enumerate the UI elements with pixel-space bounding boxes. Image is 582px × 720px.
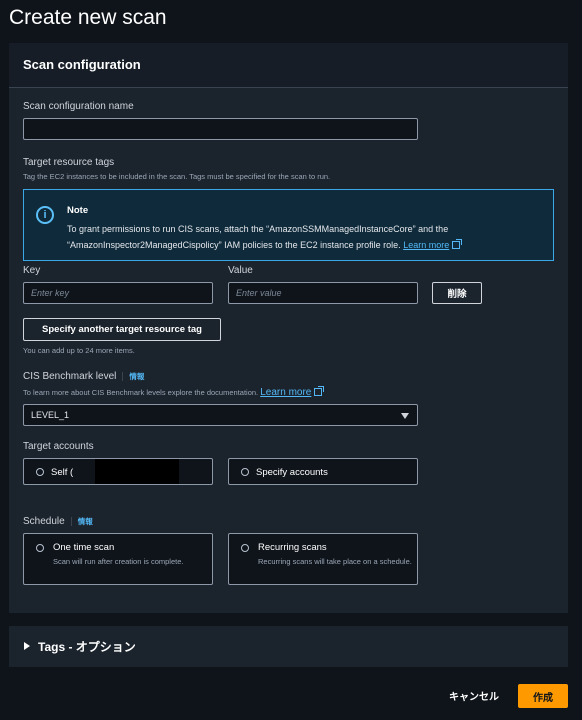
benchmark-level-select[interactable]: LEVEL_1	[23, 404, 418, 426]
specify-accounts-option[interactable]: Specify accounts	[228, 458, 418, 485]
benchmark-learn-more-link[interactable]: Learn more	[260, 387, 311, 398]
benchmark-label-row: CIS Benchmark level 情報	[23, 371, 145, 382]
schedule-label-row: Schedule 情報	[23, 516, 93, 527]
one-time-description: Scan will run after creation is complete…	[53, 557, 184, 566]
self-label: Self (	[51, 467, 74, 478]
info-circle-icon: i	[36, 206, 54, 224]
cancel-button[interactable]: キャンセル	[440, 683, 508, 707]
panel-title: Scan configuration	[23, 57, 141, 72]
add-tag-hint: You can add up to 24 more items.	[23, 346, 135, 355]
benchmark-description-row: To learn more about CIS Benchmark levels…	[23, 386, 325, 398]
one-time-scan-option[interactable]: One time scan Scan will run after creati…	[23, 533, 213, 585]
benchmark-label: CIS Benchmark level	[23, 371, 117, 382]
target-accounts-label: Target accounts	[23, 441, 94, 452]
tags-section[interactable]: Tags - オプション	[9, 626, 568, 667]
recurring-radio[interactable]	[241, 544, 249, 552]
target-tags-label: Target resource tags	[23, 157, 115, 168]
self-account-option[interactable]: Self (	[23, 458, 213, 485]
benchmark-level-value: LEVEL_1	[31, 410, 70, 420]
key-label: Key	[23, 265, 41, 276]
schedule-info-link[interactable]: 情報	[70, 517, 93, 526]
schedule-label: Schedule	[23, 516, 65, 527]
redacted-account-id	[95, 459, 179, 484]
key-input[interactable]	[23, 282, 213, 304]
note-learn-more-link[interactable]: Learn more	[403, 240, 449, 250]
add-tag-button[interactable]: Specify another target resource tag	[23, 318, 221, 341]
note-alert: i Note To grant permissions to run CIS s…	[23, 189, 554, 261]
page-title: Create new scan	[9, 6, 167, 29]
specify-accounts-radio[interactable]	[241, 468, 249, 476]
one-time-radio[interactable]	[36, 544, 44, 552]
note-body: To grant permissions to run CIS scans, a…	[67, 221, 552, 253]
benchmark-description: To learn more about CIS Benchmark levels…	[23, 388, 259, 397]
scan-name-input[interactable]	[23, 118, 418, 140]
specify-accounts-label: Specify accounts	[256, 467, 328, 478]
value-label: Value	[228, 265, 253, 276]
recurring-description: Recurring scans will take place on a sch…	[258, 557, 412, 566]
value-input[interactable]	[228, 282, 418, 304]
scan-name-label: Scan configuration name	[23, 101, 134, 112]
recurring-title: Recurring scans	[258, 542, 327, 553]
remove-tag-button[interactable]: 削除	[432, 282, 482, 304]
note-text: To grant permissions to run CIS scans, a…	[67, 224, 449, 250]
panel-header: Scan configuration	[9, 43, 568, 88]
tags-section-label: Tags - オプション	[38, 640, 136, 654]
external-link-icon	[452, 239, 463, 249]
create-button[interactable]: 作成	[518, 684, 568, 708]
caret-right-icon	[24, 642, 30, 650]
target-tags-description: Tag the EC2 instances to be included in …	[23, 172, 331, 181]
self-radio[interactable]	[36, 468, 44, 476]
caret-down-icon	[401, 413, 409, 419]
benchmark-info-link[interactable]: 情報	[122, 372, 145, 381]
one-time-title: One time scan	[53, 542, 115, 553]
note-title: Note	[67, 205, 89, 216]
external-link-icon	[314, 386, 325, 396]
recurring-scan-option[interactable]: Recurring scans Recurring scans will tak…	[228, 533, 418, 585]
